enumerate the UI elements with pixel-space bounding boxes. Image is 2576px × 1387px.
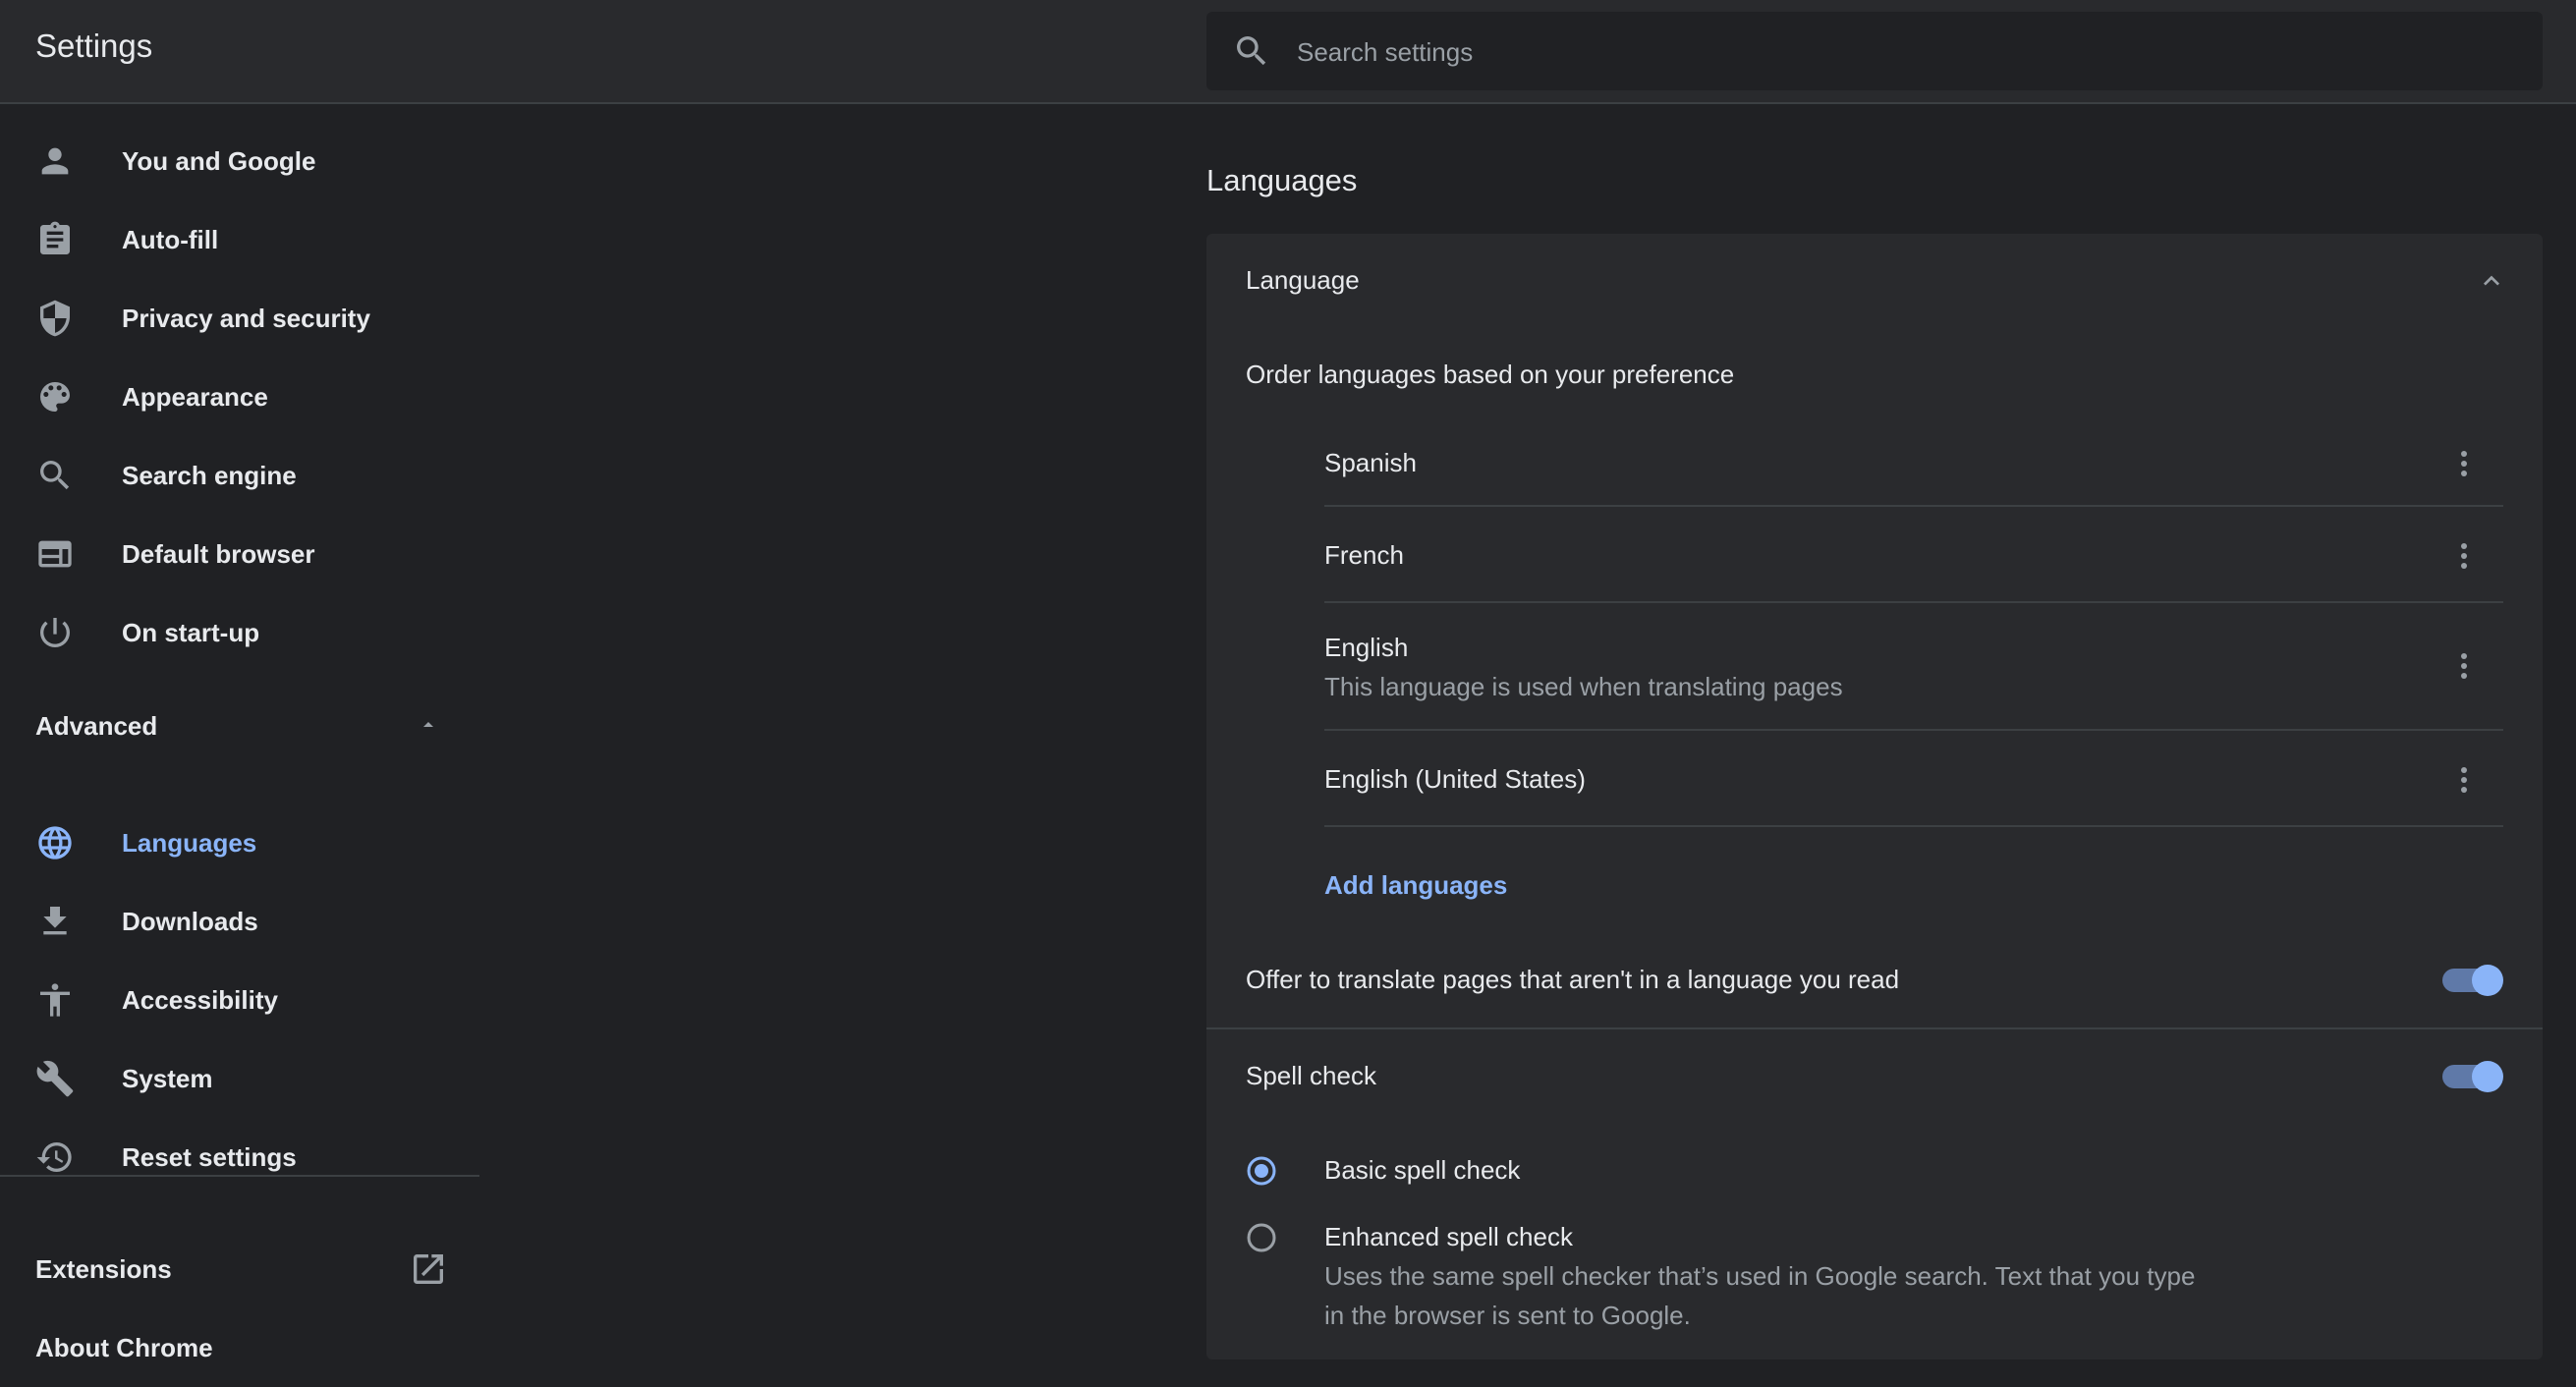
sidebar-item-reset-settings[interactable]: Reset settings [0, 1118, 479, 1196]
sidebar-item-label: Search engine [122, 460, 297, 490]
sidebar-item-you-and-google[interactable]: You and Google [0, 122, 479, 200]
more-vert-icon[interactable] [2452, 444, 2476, 483]
sidebar: You and Google Auto-fill Privacy and sec… [0, 104, 479, 1377]
wrench-icon [36, 1060, 74, 1097]
search-icon [40, 461, 70, 490]
sidebar-item-default-browser[interactable]: Default browser [0, 515, 479, 593]
sidebar-item-privacy[interactable]: Privacy and security [0, 279, 479, 358]
language-name: English (United States) [1324, 764, 1586, 794]
basic-spell-check-radio[interactable] [1246, 1155, 1277, 1187]
sidebar-item-search-engine[interactable]: Search engine [0, 436, 479, 515]
spell-check-toggle[interactable] [2440, 1059, 2503, 1094]
toggle-knob [2472, 1061, 2503, 1092]
search-icon [1237, 36, 1266, 66]
sidebar-item-label: Reset settings [122, 1141, 297, 1172]
sidebar-item-languages[interactable]: Languages [0, 804, 479, 882]
arrow-up-icon[interactable] [417, 713, 440, 737]
add-languages-button[interactable]: Add languages [1324, 870, 1507, 901]
more-vert-icon[interactable] [2452, 646, 2476, 686]
sidebar-item-on-startup[interactable]: On start-up [0, 593, 479, 672]
more-vert-icon[interactable] [2452, 760, 2476, 800]
open-in-new-icon [414, 1254, 443, 1284]
sidebar-item-label: Languages [122, 827, 257, 858]
sidebar-item-autofill[interactable]: Auto-fill [0, 200, 479, 279]
accessibility-icon [40, 983, 70, 1017]
history-icon [36, 1142, 72, 1172]
globe-icon [38, 826, 72, 860]
sidebar-item-appearance[interactable]: Appearance [0, 358, 479, 436]
sidebar-item-label: About Chrome [35, 1332, 213, 1362]
sidebar-item-system[interactable]: System [0, 1039, 479, 1118]
download-icon [43, 907, 67, 935]
language-row: Spanish [1324, 418, 2503, 507]
sidebar-item-about-chrome[interactable]: About Chrome [0, 1308, 479, 1387]
language-row: French [1324, 507, 2503, 603]
palette-icon [40, 382, 70, 412]
language-row: English (United States) [1324, 731, 2503, 827]
languages-card: Language Order languages based on your p… [1206, 234, 2543, 1359]
section-divider [1206, 1027, 2543, 1029]
basic-spell-check-label[interactable]: Basic spell check [1324, 1155, 1520, 1186]
language-heading: Language [1246, 265, 1360, 295]
language-name: Spanish [1324, 448, 1417, 477]
enhanced-spell-check-label[interactable]: Enhanced spell check [1324, 1222, 1573, 1252]
page-title: Languages [1206, 163, 1358, 197]
order-languages-label: Order languages based on your preference [1246, 360, 1735, 389]
sidebar-item-label: Extensions [35, 1253, 172, 1284]
sidebar-divider [0, 1175, 479, 1177]
language-name: French [1324, 540, 1404, 570]
header: Settings [0, 0, 2576, 104]
chevron-up-icon[interactable] [2476, 265, 2507, 297]
sidebar-item-label: Downloads [122, 906, 258, 936]
app-title: Settings [35, 28, 153, 64]
sidebar-item-label: You and Google [122, 145, 316, 176]
language-section-header[interactable]: Language [1206, 234, 2543, 324]
offer-translate-toggle[interactable] [2440, 963, 2503, 998]
more-vert-icon[interactable] [2452, 536, 2476, 576]
sidebar-item-accessibility[interactable]: Accessibility [0, 961, 479, 1039]
advanced-label: Advanced [35, 711, 158, 741]
power-icon [39, 618, 70, 647]
sidebar-item-label: Privacy and security [122, 303, 370, 333]
enhanced-spell-check-radio[interactable] [1246, 1222, 1277, 1253]
spell-check-heading: Spell check [1246, 1061, 1376, 1090]
enhanced-spell-check-description: Uses the same spell checker that’s used … [1324, 1261, 2196, 1291]
language-row: English This language is used when trans… [1324, 603, 2503, 731]
sidebar-item-label: Accessibility [122, 984, 278, 1015]
search-box[interactable] [1206, 12, 2543, 92]
sidebar-item-downloads[interactable]: Downloads [0, 882, 479, 961]
clipboard-icon [40, 221, 70, 254]
language-name: English [1324, 633, 1409, 662]
sidebar-item-label: On start-up [122, 617, 260, 647]
shield-icon [40, 300, 70, 337]
language-note: This language is used when translating p… [1324, 672, 1843, 701]
browser-icon [38, 540, 72, 568]
sidebar-item-label: Auto-fill [122, 224, 219, 254]
offer-translate-label: Offer to translate pages that aren't in … [1246, 965, 1900, 994]
sidebar-item-label: Appearance [122, 381, 268, 412]
sidebar-item-label: Default browser [122, 538, 315, 569]
search-input[interactable] [1295, 12, 2517, 92]
sidebar-item-extensions[interactable]: Extensions [0, 1230, 479, 1308]
enhanced-spell-check-description: in the browser is sent to Google. [1324, 1301, 1691, 1330]
toggle-knob [2472, 965, 2503, 996]
person-icon [41, 147, 69, 175]
advanced-toggle[interactable]: Advanced [35, 711, 157, 742]
sidebar-item-label: System [122, 1063, 213, 1093]
